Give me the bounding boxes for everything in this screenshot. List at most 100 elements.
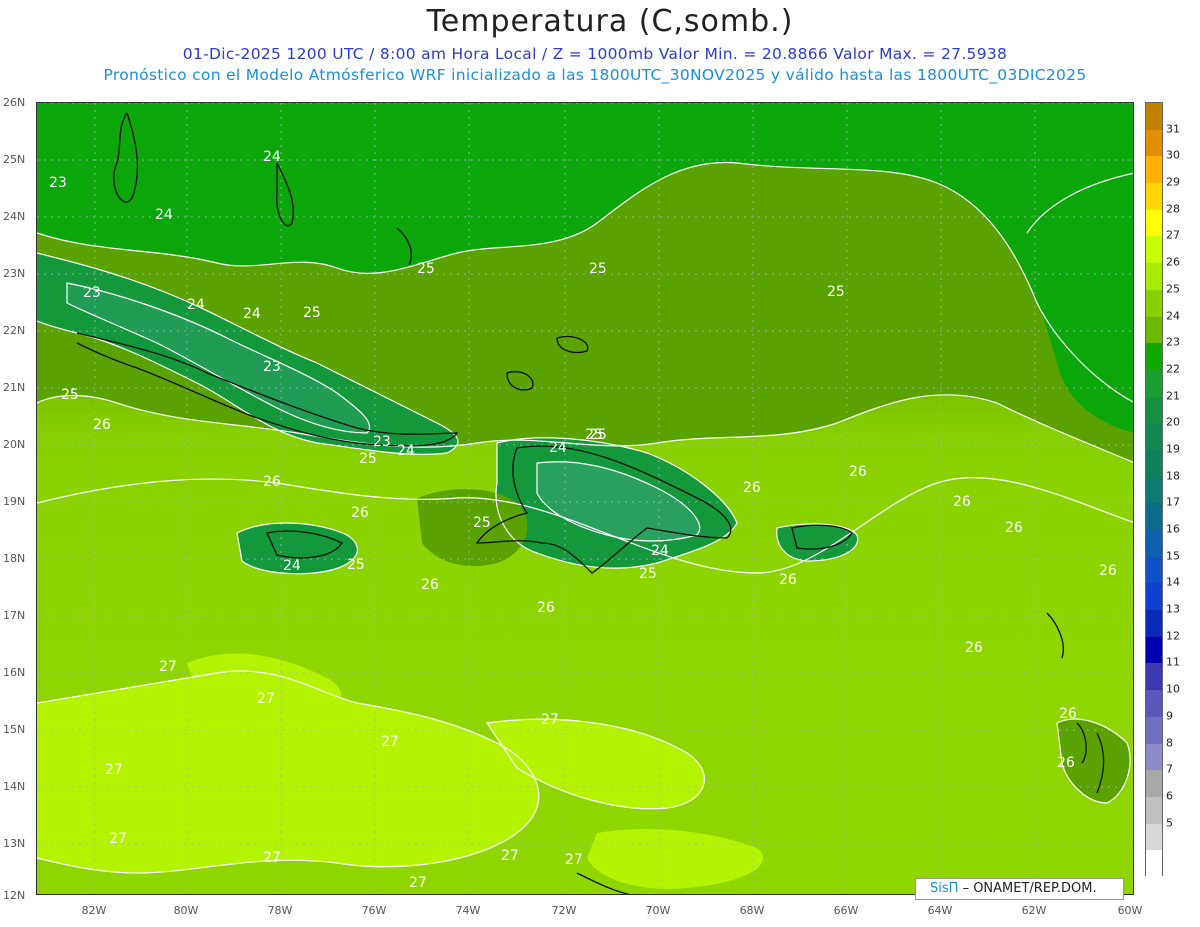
contour-label: 26 [263, 474, 281, 490]
contour-label: 24 [397, 443, 415, 459]
contour-label: 25 [303, 305, 321, 321]
longitude-label: 62W [1021, 904, 1047, 917]
contour-label: 25 [589, 427, 607, 443]
latitude-label: 19N [3, 495, 26, 508]
contour-label: 25 [473, 515, 491, 531]
contour-label: 25 [639, 566, 657, 582]
contour-label: 26 [1099, 563, 1117, 579]
contour-label: 26 [1059, 706, 1077, 722]
map-subtitle-model: Pronóstico con el Modelo Atmósferico WRF… [103, 66, 1087, 84]
latitude-label: 16N [3, 666, 26, 679]
contour-label: 26 [953, 494, 971, 510]
contour-label: 24 [651, 543, 669, 559]
contour-label: 26 [537, 600, 555, 616]
contour-label: 26 [1005, 520, 1023, 536]
contour-label: 24 [549, 440, 567, 456]
longitude-label: 74W [455, 904, 481, 917]
credit-organization: – ONAMET/REP.DOM. [962, 881, 1097, 896]
colorbar-label: 11 [1166, 655, 1180, 669]
sispi-logo: SisΠ [930, 881, 959, 896]
colorbar-label: 19 [1166, 442, 1180, 456]
colorbar-label: 16 [1166, 522, 1180, 536]
colorbar-segment [1146, 610, 1162, 638]
contour-label: 25 [827, 284, 845, 300]
colorbar-segment [1146, 530, 1162, 558]
contour-label: 27 [159, 659, 177, 675]
contour-label: 26 [351, 505, 369, 521]
credit-box: SisΠ – ONAMET/REP.DOM. [915, 878, 1124, 900]
colorbar-segment [1146, 850, 1162, 878]
colorbar-segment [1146, 343, 1162, 371]
map-subtitle-date: 01-Dic-2025 1200 UTC / 8:00 am Hora Loca… [182, 45, 1008, 63]
contour-label: 26 [421, 577, 439, 593]
colorbar-label: 15 [1166, 549, 1180, 563]
contour-label: 27 [105, 762, 123, 778]
colorbar-label: 13 [1166, 602, 1180, 616]
contour-label: 27 [541, 712, 559, 728]
contour-label: 26 [1057, 755, 1075, 771]
contour-label: 26 [93, 417, 111, 433]
contour-label: 23 [83, 285, 101, 301]
colorbar-label: 9 [1166, 709, 1173, 723]
colorbar-label: 22 [1166, 362, 1180, 376]
colorbar-segment [1146, 156, 1162, 184]
contour-label: 25 [589, 261, 607, 277]
colorbar-label: 23 [1166, 335, 1180, 349]
colorbar-label: 10 [1166, 682, 1180, 696]
longitude-label: 64W [927, 904, 953, 917]
colorbar-label: 24 [1166, 309, 1180, 323]
longitude-label: 78W [267, 904, 293, 917]
latitude-label: 26N [3, 96, 26, 109]
colorbar-label: 21 [1166, 389, 1180, 403]
colorbar-segment [1146, 583, 1162, 611]
colorbar-segment [1146, 369, 1162, 398]
latitude-label: 25N [3, 153, 26, 166]
colorbar-label: 17 [1166, 495, 1180, 509]
colorbar-segment [1146, 183, 1162, 211]
contour-label: 27 [501, 848, 519, 864]
colorbar-segment [1146, 423, 1162, 451]
contour-label: 26 [779, 572, 797, 588]
colorbar-segment [1146, 476, 1162, 504]
colorbar-label: 14 [1166, 575, 1180, 589]
colorbar-label: 31 [1166, 122, 1180, 136]
colorbar-segment [1146, 103, 1162, 131]
colorbar-label: 6 [1166, 789, 1173, 803]
contour-label: 25 [347, 557, 365, 573]
colorbar-segment [1146, 663, 1162, 691]
colorbar-label: 8 [1166, 736, 1173, 750]
longitude-label: 66W [833, 904, 859, 917]
contour-label: 24 [243, 306, 261, 322]
contour-label: 24 [283, 558, 301, 574]
colorbar-label: 7 [1166, 762, 1173, 776]
longitude-label: 82W [81, 904, 107, 917]
colorbar-segment [1146, 770, 1162, 798]
longitude-label: 70W [645, 904, 671, 917]
latitude-label: 20N [3, 438, 26, 451]
colorbar-segment [1146, 449, 1162, 478]
latitude-label: 15N [3, 723, 26, 736]
contour-label: 27 [257, 691, 275, 707]
colorbar-segment [1146, 636, 1162, 664]
contour-label: 23 [49, 175, 67, 191]
contour-label: 27 [565, 852, 583, 868]
map-frame: 24 23 24 25 25 25 23 24 25 24 23 25 23 2… [36, 102, 1134, 895]
colorbar-label: 25 [1166, 282, 1180, 296]
colorbar-segment [1146, 209, 1162, 237]
contour-label: 26 [965, 640, 983, 656]
latitude-label: 23N [3, 267, 26, 280]
colorbar-label: 26 [1166, 255, 1180, 269]
colorbar-label: 29 [1166, 175, 1180, 189]
longitude-label: 76W [361, 904, 387, 917]
map-canvas: 24 23 24 25 25 25 23 24 25 24 23 25 23 2… [37, 103, 1133, 894]
contour-label: 27 [263, 850, 281, 866]
contour-label: 26 [849, 464, 867, 480]
contour-label: 27 [409, 875, 427, 891]
longitude-label: 80W [173, 904, 199, 917]
colorbar-segment [1146, 236, 1162, 264]
contour-label: 23 [373, 434, 391, 450]
colorbar-label: 20 [1166, 415, 1180, 429]
latitude-label: 17N [3, 609, 26, 622]
colorbar-label: 27 [1166, 228, 1180, 242]
colorbar-segment [1146, 263, 1162, 291]
